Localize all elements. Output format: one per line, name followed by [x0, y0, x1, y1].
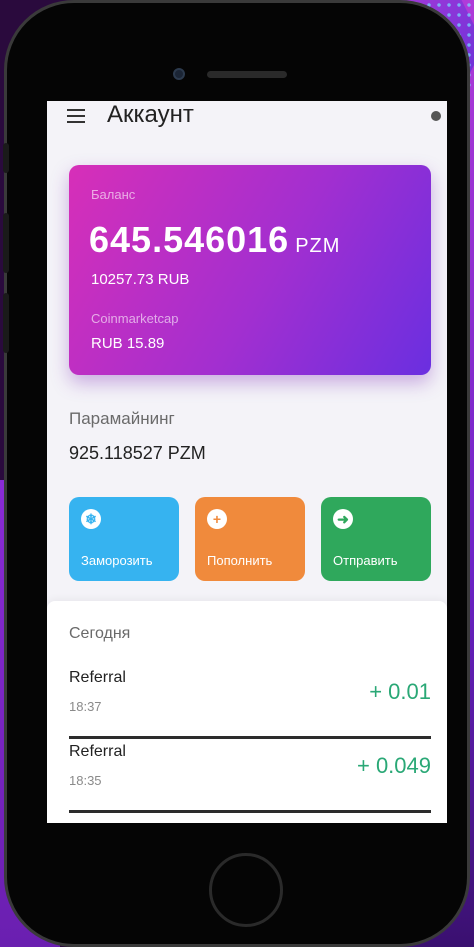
phone-frame: Аккаунт Баланс 645.546016 PZM 10257.73 RU…	[3, 0, 470, 947]
transaction-amount: + 0.049	[356, 753, 431, 778]
balance-value: 645.546016	[89, 219, 290, 260]
balance-rub: 10257.73 RUB	[91, 271, 190, 288]
phone-side-button	[3, 143, 9, 173]
transaction-title: Referral	[69, 669, 126, 686]
topup-button-label: Пополнить	[207, 553, 273, 568]
transaction-time: 18:37	[69, 699, 102, 714]
send-arrow-icon: ➜	[333, 509, 353, 529]
page-title: Аккаунт	[107, 101, 194, 128]
settings-icon[interactable]	[431, 111, 441, 121]
transaction-row[interactable]: Referral 18:37 + 0.01	[69, 669, 431, 739]
topup-button[interactable]: + Пополнить	[195, 497, 305, 581]
transactions-panel: Сегодня Referral 18:37 + 0.01 Referral 1…	[47, 601, 447, 823]
transaction-amount: + 0.01	[369, 679, 431, 704]
transaction-row[interactable]: Referral 18:35 + 0.049	[69, 743, 431, 813]
transactions-section-title: Сегодня	[69, 625, 131, 642]
balance-unit: PZM	[295, 235, 341, 257]
transaction-title: Referral	[69, 743, 126, 760]
front-camera	[173, 68, 185, 80]
hamburger-menu-icon[interactable]	[67, 109, 85, 123]
phone-side-button	[3, 213, 9, 273]
freeze-button[interactable]: ❄ Заморозить	[69, 497, 179, 581]
send-button[interactable]: ➜ Отправить	[321, 497, 431, 581]
home-button[interactable]	[209, 853, 283, 927]
app-screen: Аккаунт Баланс 645.546016 PZM 10257.73 RU…	[47, 101, 447, 823]
send-button-label: Отправить	[333, 553, 398, 568]
coinmarketcap-rate: RUB 15.89	[91, 335, 165, 352]
freeze-button-label: Заморозить	[81, 553, 153, 568]
coinmarketcap-label: Coinmarketcap	[91, 311, 179, 326]
paramining-value: 925.118527 PZM	[69, 443, 206, 463]
balance-label: Баланс	[91, 187, 136, 202]
balance-amount: 645.546016 PZM	[89, 219, 340, 261]
paramining-label: Парамайнинг	[69, 409, 175, 428]
snowflake-icon: ❄	[81, 509, 101, 529]
balance-card: Баланс 645.546016 PZM 10257.73 RUB Coinma…	[69, 165, 431, 375]
phone-side-button	[3, 293, 9, 353]
app-header: Аккаунт	[47, 101, 447, 141]
transaction-time: 18:35	[69, 773, 102, 788]
earpiece-speaker	[207, 71, 287, 78]
plus-circle-icon: +	[207, 509, 227, 529]
